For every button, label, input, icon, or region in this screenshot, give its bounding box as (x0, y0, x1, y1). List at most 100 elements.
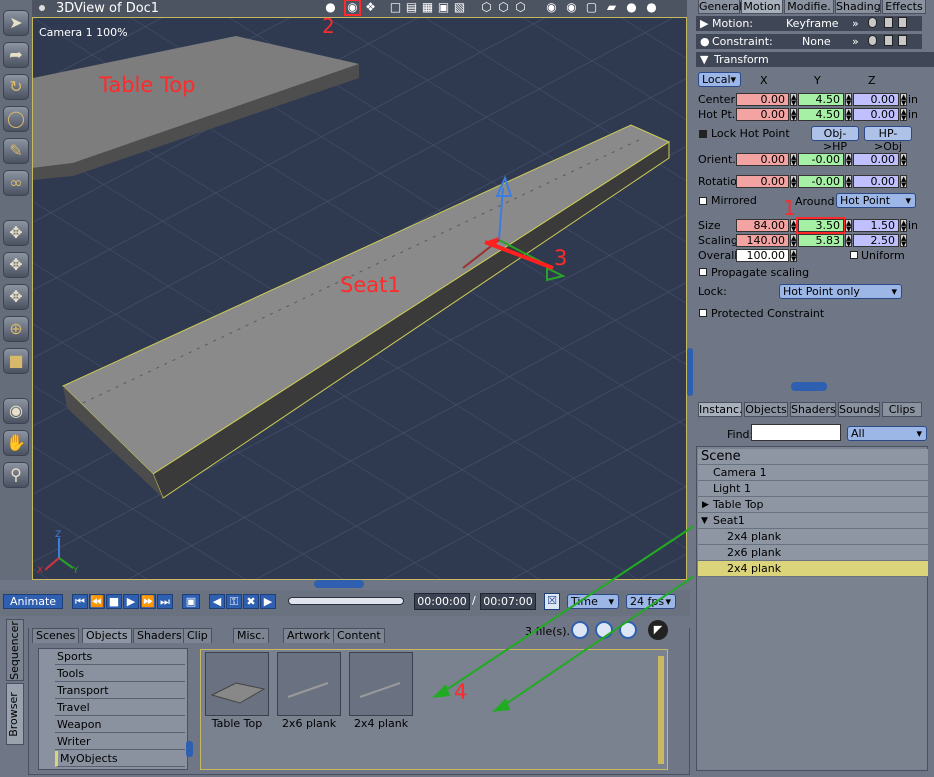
lock-dropdown[interactable]: Hot Point only (779, 284, 902, 299)
stop-icon[interactable]: ■ (106, 594, 122, 609)
medium-thumb-icon[interactable] (595, 621, 613, 639)
motion-settings-icon[interactable] (868, 17, 877, 28)
center-x[interactable]: 0.00 (736, 93, 789, 106)
size-y[interactable]: 3.50 (796, 217, 846, 234)
spinner-icon[interactable]: ▲ ▼ (900, 175, 907, 189)
last-frame-icon[interactable]: ⏭ (157, 594, 173, 609)
move-yz-icon[interactable]: ✥ (3, 284, 29, 310)
size-z[interactable]: 1.50 (853, 219, 899, 232)
tab-clip[interactable]: Clip (183, 628, 212, 643)
loop-icon[interactable]: ▣ (182, 594, 200, 609)
spinner-icon[interactable]: ▲ ▼ (845, 108, 852, 122)
fps-dropdown[interactable]: 24 fps (626, 594, 676, 609)
hidden-line-icon[interactable]: ⬡ (514, 1, 527, 14)
space-dropdown[interactable]: Local (698, 72, 741, 87)
mirrored-checkbox[interactable] (699, 197, 707, 205)
collapse-arrow-icon[interactable]: ▼ (701, 516, 708, 526)
category-scrollbar[interactable] (186, 741, 193, 757)
split-view-icon[interactable]: ▤ (405, 1, 418, 14)
flat-shade-icon[interactable]: ▰ (605, 1, 618, 14)
tab-general[interactable]: General (698, 0, 742, 14)
obj-to-hp-button[interactable]: Obj->HP (811, 126, 859, 153)
next-key-icon[interactable]: ▶ (260, 594, 276, 609)
transform-header[interactable]: ▼ Transform (696, 52, 934, 67)
around-dropdown[interactable]: Hot Point (836, 193, 916, 208)
layout-view-icon[interactable]: ▧ (453, 1, 466, 14)
rotation-z[interactable]: 0.00 (853, 175, 899, 188)
scaling-y[interactable]: 5.83 (798, 234, 844, 247)
wireframe-icon[interactable]: ⬡ (497, 1, 510, 14)
pin-icon[interactable]: ● (324, 1, 337, 14)
link-icon[interactable]: ∞ (3, 170, 29, 196)
hotpt-y[interactable]: 4.50 (798, 108, 844, 121)
hotpt-x[interactable]: 0.00 (736, 108, 789, 121)
hp-to-obj-button[interactable]: HP->Obj (864, 126, 912, 153)
tab-effects[interactable]: Effects (882, 0, 926, 14)
spinner-icon[interactable]: ▲ ▼ (845, 93, 852, 107)
prev-frame-icon[interactable]: ⏪ (89, 594, 105, 609)
spinner-icon[interactable]: ▲ ▼ (900, 219, 907, 233)
tab-modifiers[interactable]: Modifie. (784, 0, 834, 14)
tab-objects[interactable]: Objects (82, 628, 132, 643)
tri-view-icon[interactable]: ▣ (437, 1, 450, 14)
thumb-2x4-plank[interactable] (349, 652, 413, 716)
motion-load-icon[interactable] (898, 17, 907, 28)
expand-arrow-icon[interactable]: ▶ (702, 500, 709, 510)
spinner-icon[interactable]: ▲ ▼ (900, 93, 907, 107)
browser-tab[interactable]: Browser (6, 683, 24, 745)
motion-save-icon[interactable] (884, 17, 893, 28)
select-arrow-icon[interactable]: ➤ (3, 10, 29, 36)
constraint-save-icon[interactable] (884, 35, 893, 46)
constraint-settings-icon[interactable] (868, 35, 877, 46)
tab-cat-shaders[interactable]: Shaders (790, 402, 836, 417)
hand-pan-icon[interactable]: ✋ (3, 430, 29, 456)
scene-root[interactable]: Scene (698, 449, 928, 465)
cube-view-icon[interactable]: ■ (3, 348, 29, 374)
select-parts-icon[interactable]: ➦ (3, 42, 29, 68)
spinner-icon[interactable]: ▲ ▼ (900, 234, 907, 248)
quad-view-icon[interactable]: ▦ (421, 1, 434, 14)
large-thumb-icon[interactable] (571, 621, 589, 639)
tree-item-camera[interactable]: Camera 1 (698, 465, 928, 481)
twist-icon[interactable]: ◯ (3, 106, 29, 132)
tab-artwork[interactable]: Artwork (283, 628, 334, 643)
tree-item-seat[interactable]: Seat1 (698, 513, 928, 529)
tab-content[interactable]: Content (333, 628, 385, 643)
prev-key-icon[interactable]: ◀ (209, 594, 225, 609)
category-item[interactable]: Tools (55, 666, 185, 682)
tree-item-plank-selected[interactable]: 2x4 plank (698, 561, 928, 577)
overall-value[interactable]: 100.00 (736, 249, 789, 262)
category-item[interactable]: Transport (55, 683, 185, 699)
rotation-x[interactable]: 0.00 (736, 175, 789, 188)
tab-shaders[interactable]: Shaders (133, 628, 186, 643)
spinner-icon[interactable]: ▲ ▼ (790, 219, 797, 233)
tree-item-table-top[interactable]: Table Top (698, 497, 928, 513)
tree-item-plank[interactable]: 2x4 plank (698, 529, 928, 545)
rotate-view-icon[interactable]: ⊕ (3, 316, 29, 342)
magic-wand-icon[interactable]: ✎ (3, 138, 29, 164)
small-thumb-icon[interactable] (619, 621, 637, 639)
thumb-table-top[interactable] (205, 652, 269, 716)
uniform-checkbox[interactable] (850, 251, 858, 259)
delete-key-icon[interactable]: ✖ (243, 594, 259, 609)
scaling-x[interactable]: 140.00 (736, 234, 789, 247)
tab-cat-objects[interactable]: Objects (744, 402, 788, 417)
current-time-field[interactable]: 00:00:00 (414, 593, 470, 610)
rotate-icon[interactable]: ↻ (3, 74, 29, 100)
tab-scenes[interactable]: Scenes (32, 628, 80, 643)
animate-button[interactable]: Animate (3, 594, 63, 609)
orient-x[interactable]: 0.00 (736, 153, 789, 166)
tab-instances[interactable]: Instanc. (698, 402, 743, 417)
time-slider[interactable] (288, 597, 404, 605)
single-view-icon[interactable]: □ (389, 1, 402, 14)
spinner-icon[interactable]: ▲ ▼ (790, 153, 797, 167)
spinner-icon[interactable]: ▲ ▼ (790, 175, 797, 189)
texture-shade-icon[interactable]: ● (645, 1, 658, 14)
tab-motion[interactable]: Motion (741, 0, 783, 14)
viewport-splitter-handle[interactable] (314, 580, 364, 588)
scaling-z[interactable]: 2.50 (853, 234, 899, 247)
spinner-icon[interactable]: ▲ ▼ (790, 234, 797, 248)
smooth-shade-icon[interactable]: ● (625, 1, 638, 14)
rotation-y[interactable]: -0.00 (798, 175, 844, 188)
spinner-icon[interactable]: ▲ ▼ (790, 108, 797, 122)
